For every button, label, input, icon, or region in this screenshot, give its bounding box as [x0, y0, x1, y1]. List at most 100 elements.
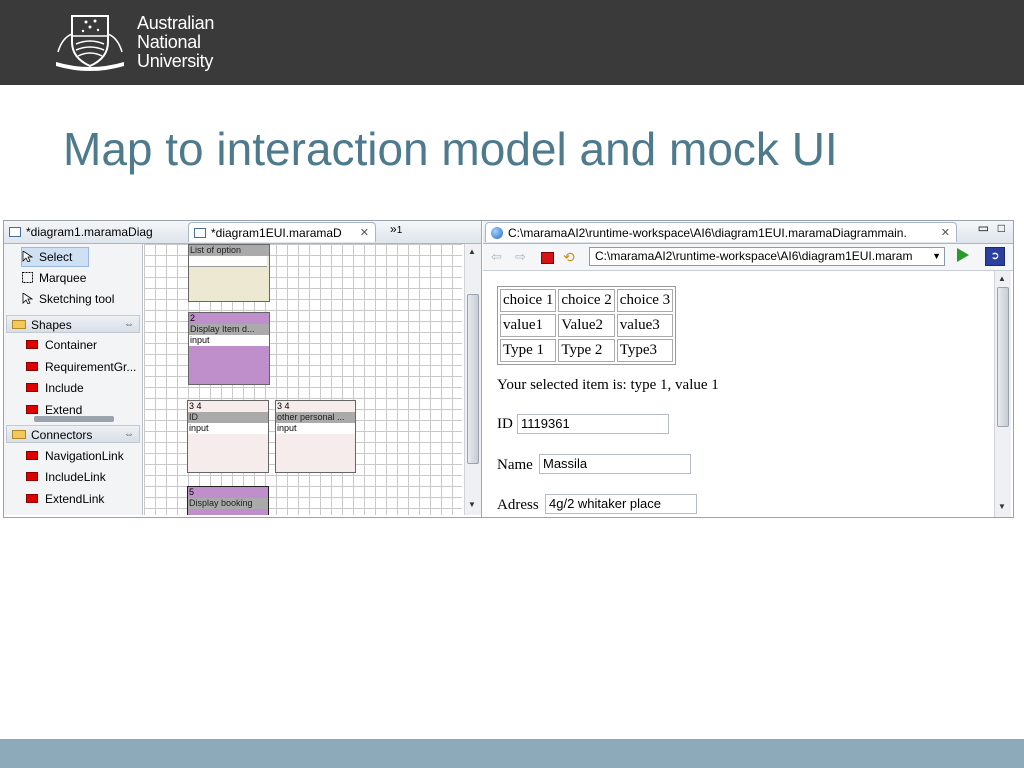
palette-connector-includelink[interactable]: IncludeLink — [26, 468, 106, 486]
diagram-file-icon — [194, 228, 206, 238]
palette-shape-container[interactable]: Container — [26, 336, 97, 354]
palette-item-label: Extend — [45, 403, 83, 417]
address-label: Adress — [497, 497, 539, 513]
browser-pane: C:\maramaAI2\runtime-workspace\AI6\diagr… — [483, 221, 1013, 517]
canvas-vertical-scrollbar[interactable]: ▲ ▼ — [464, 244, 481, 515]
shape-icon — [26, 405, 38, 414]
table-cell: Value2 — [558, 314, 615, 337]
table-cell: value1 — [500, 314, 557, 337]
scroll-up-icon[interactable]: ▲ — [468, 247, 476, 256]
palette-tool-sketching[interactable]: Sketching tool — [22, 290, 114, 308]
choices-table: choice 1 choice 2 choice 3 value1 Value2… — [497, 286, 677, 365]
tab-label: *diagram1EUI.maramaD — [211, 226, 342, 240]
shape-icon — [26, 383, 38, 392]
tab-overflow-button[interactable]: »1 — [390, 222, 402, 236]
arrow-pointer-icon — [22, 293, 33, 304]
tab-diagram1[interactable]: *diagram1.maramaDiag — [4, 222, 184, 242]
shapes-drawer-header[interactable]: Shapes ⇔ — [6, 315, 140, 333]
connector-icon — [26, 451, 38, 460]
refresh-icon[interactable]: ⟲ — [563, 249, 575, 266]
page-vertical-scrollbar[interactable]: ▲ ▼ — [994, 271, 1011, 517]
maximize-icon[interactable]: □ — [998, 221, 1005, 235]
scroll-down-icon[interactable]: ▼ — [468, 500, 476, 509]
palette-shape-include[interactable]: Include — [26, 379, 84, 397]
tab-browser[interactable]: C:\maramaAI2\runtime-workspace\AI6\diagr… — [485, 222, 957, 242]
node-field — [189, 256, 267, 267]
globe-icon — [491, 227, 503, 239]
back-arrow-icon[interactable]: ⇦ — [491, 249, 502, 265]
scrollbar-thumb[interactable] — [997, 287, 1009, 427]
diagram-node[interactable]: 2 Display Item d... input — [188, 312, 270, 385]
node-number: 2 — [190, 313, 196, 323]
node-input-label: input — [188, 423, 268, 434]
palette: Select Marquee Sketching tool Shapes ⇔ C… — [4, 244, 143, 515]
palette-item-label: NavigationLink — [45, 449, 124, 463]
editor-tab-strip: *diagram1.maramaDiag *diagram1EUI.marama… — [4, 221, 481, 244]
slide-title: Map to interaction model and mock UI — [63, 123, 838, 175]
palette-item-label: ExtendLink — [45, 492, 105, 506]
node-header: Display booking — [188, 498, 268, 509]
logo-line-1: Australian — [137, 13, 215, 33]
palette-connector-extendlink[interactable]: ExtendLink — [26, 490, 104, 508]
diagram-node-selected[interactable]: 5 Display booking — [187, 486, 269, 515]
overflow-count: 1 — [396, 225, 403, 236]
node-input-label: input — [276, 423, 355, 434]
drawer-label: Connectors — [31, 428, 93, 442]
palette-scroll-indicator[interactable] — [34, 416, 114, 422]
tab-label: C:\maramaAI2\runtime-workspace\AI6\diagr… — [508, 226, 907, 240]
id-field[interactable]: 1119361 — [517, 414, 669, 434]
table-cell: value3 — [616, 314, 674, 337]
connector-icon — [26, 494, 38, 503]
diagram-node[interactable]: List of option — [188, 244, 270, 302]
forward-arrow-icon[interactable]: ⇨ — [515, 249, 526, 265]
palette-item-label: Include — [45, 381, 84, 395]
node-header: Display Item d... — [189, 324, 269, 335]
node-header: ID — [188, 412, 268, 423]
scroll-down-icon[interactable]: ▼ — [998, 502, 1006, 511]
marquee-icon — [22, 272, 33, 283]
page-content: choice 1 choice 2 choice 3 value1 Value2… — [483, 271, 993, 517]
tab-diagram1eui[interactable]: *diagram1EUI.maramaD ✕ — [188, 222, 376, 242]
shape-icon — [26, 362, 38, 371]
connectors-drawer-header[interactable]: Connectors ⇔ — [6, 425, 140, 443]
diagram-node[interactable]: 3 4 other personal ... input — [275, 400, 356, 473]
browser-toolbar: ⇦ ⇨ ⟲ C:\maramaAI2\runtime-workspace\AI6… — [483, 244, 1013, 271]
diagram-editor-pane: *diagram1.maramaDiag *diagram1EUI.marama… — [4, 221, 482, 517]
table-cell: choice 3 — [616, 289, 674, 312]
palette-tool-select[interactable]: Select — [21, 247, 90, 267]
node-input-label: input — [189, 335, 269, 346]
table-cell: Type 1 — [500, 339, 557, 362]
logo-line-2: National — [137, 32, 201, 52]
palette-item-label: RequirementGr... — [45, 360, 137, 374]
palette-connector-navigationlink[interactable]: NavigationLink — [26, 447, 124, 465]
go-arrow-icon[interactable] — [957, 248, 969, 262]
eclipse-icon[interactable]: ➲ — [985, 247, 1005, 266]
collapse-arrows-icon[interactable]: ⇔ — [124, 426, 134, 444]
ide-screenshot: *diagram1.maramaDiag *diagram1EUI.marama… — [3, 220, 1014, 518]
scrollbar-thumb[interactable] — [467, 294, 479, 464]
connector-icon — [26, 472, 38, 481]
stop-icon[interactable] — [541, 252, 554, 264]
node-header: other personal ... — [276, 412, 355, 423]
node-number: 3 4 — [189, 401, 202, 411]
address-text: C:\maramaAI2\runtime-workspace\AI6\diagr… — [595, 249, 913, 263]
id-label: ID — [497, 416, 513, 432]
browser-tab-strip: C:\maramaAI2\runtime-workspace\AI6\diagr… — [483, 221, 1013, 244]
address-bar[interactable]: C:\maramaAI2\runtime-workspace\AI6\diagr… — [589, 247, 945, 266]
diagram-node[interactable]: 3 4 ID input — [187, 400, 269, 473]
scroll-up-icon[interactable]: ▲ — [998, 274, 1006, 283]
diagram-canvas[interactable]: List of option 2 Display Item d... input… — [144, 244, 462, 515]
collapse-arrows-icon[interactable]: ⇔ — [124, 316, 134, 334]
table-cell: choice 2 — [558, 289, 615, 312]
table-row: Type 1 Type 2 Type3 — [500, 339, 674, 362]
minimize-icon[interactable]: ▭ — [978, 221, 989, 235]
name-field[interactable]: Massila — [539, 454, 691, 474]
chevron-down-icon[interactable]: ▼ — [932, 248, 941, 265]
anu-crest-logo — [56, 15, 124, 71]
table-row: value1 Value2 value3 — [500, 314, 674, 337]
close-icon[interactable]: ✕ — [941, 223, 950, 243]
close-icon[interactable]: ✕ — [360, 223, 369, 243]
palette-tool-marquee[interactable]: Marquee — [22, 269, 86, 287]
palette-shape-requirementgroup[interactable]: RequirementGr... — [26, 358, 136, 376]
address-field[interactable]: 4g/2 whitaker place — [545, 494, 697, 514]
